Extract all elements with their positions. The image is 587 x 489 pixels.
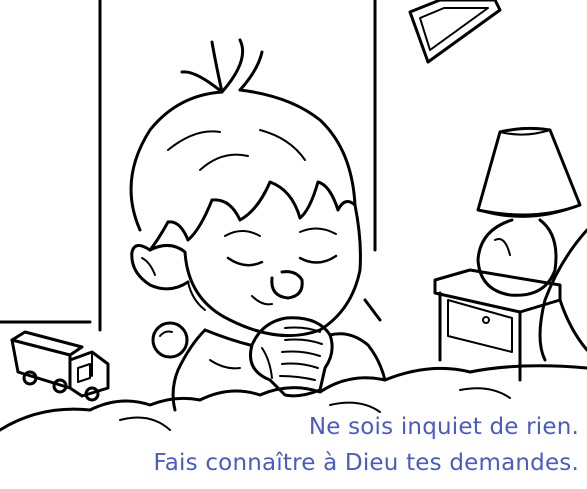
coloring-page: Ne sois inquiet de rien. Fais connaître … [0,0,587,489]
boy-hair [129,38,357,252]
lamp-icon [476,126,582,297]
picture-frame-icon [408,0,502,64]
toy-truck-icon [10,330,110,402]
ball-icon [151,321,189,359]
bed-edge [538,228,587,362]
caption-line-2: Fais connaître à Dieu tes demandes. [153,450,579,476]
caption-line-1: Ne sois inquiet de rien. [308,414,579,440]
